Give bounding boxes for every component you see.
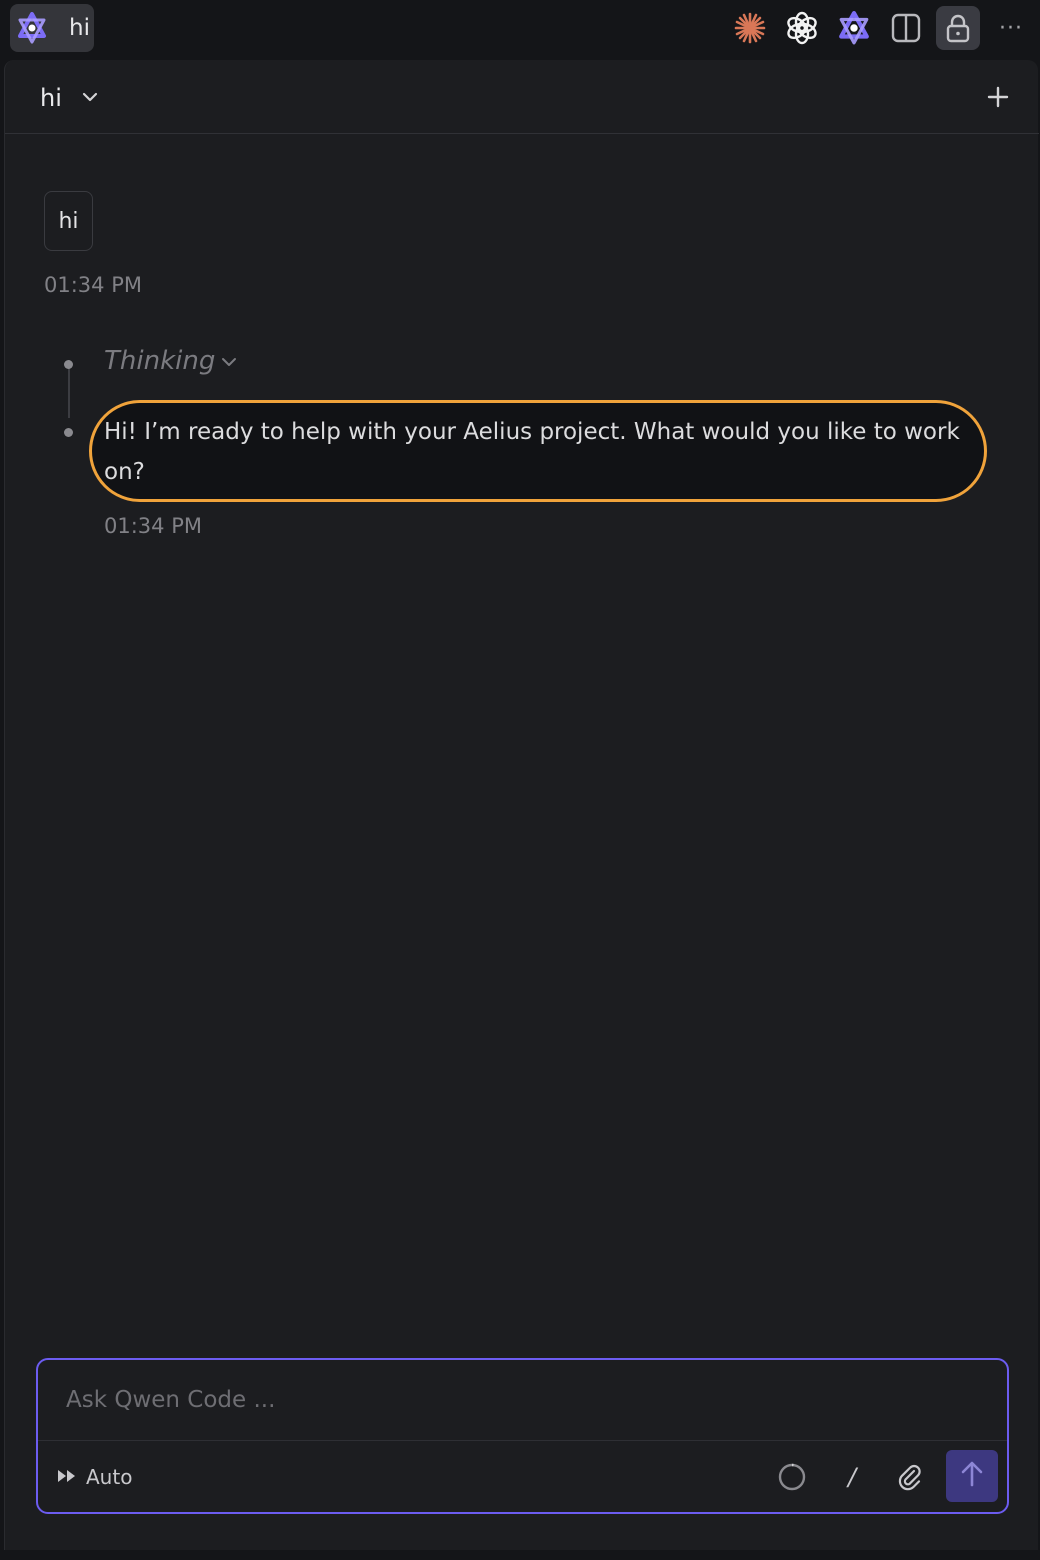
- qwen-icon: [16, 12, 48, 44]
- tab-label: hi: [69, 15, 90, 41]
- openai-icon[interactable]: [784, 10, 820, 46]
- mode-label: Auto: [86, 1465, 133, 1489]
- chat-panel: hi hi 01:34 PM Thinking Hi! I’m ready to…: [4, 60, 1039, 1550]
- chevron-down-icon[interactable]: [219, 352, 239, 372]
- composer-divider: [38, 1440, 1007, 1441]
- session-title[interactable]: hi: [40, 84, 62, 112]
- thinking-toggle[interactable]: Thinking: [104, 346, 215, 376]
- more-icon[interactable]: ···: [994, 14, 1028, 42]
- assistant-message-time: 01:34 PM: [104, 514, 202, 538]
- qwen-icon[interactable]: [836, 10, 872, 46]
- split-view-icon[interactable]: [888, 10, 924, 46]
- timeline-dot: [64, 360, 73, 369]
- user-message: hi: [44, 191, 93, 251]
- claude-icon[interactable]: [732, 10, 768, 46]
- bottom-strip: [0, 1550, 1040, 1560]
- lock-icon[interactable]: [936, 6, 980, 50]
- mode-selector[interactable]: Auto: [56, 1458, 132, 1496]
- new-chat-icon[interactable]: [983, 82, 1013, 112]
- tab-strip: hi ···: [0, 0, 1040, 56]
- slash-command-button[interactable]: /: [832, 1457, 872, 1497]
- context-usage-icon[interactable]: [772, 1457, 812, 1497]
- assistant-message: Hi! I’m ready to help with your Aelius p…: [104, 419, 960, 485]
- send-button[interactable]: [946, 1450, 998, 1502]
- attach-icon[interactable]: [890, 1457, 930, 1497]
- user-message-time: 01:34 PM: [44, 273, 142, 297]
- composer: Auto /: [36, 1358, 1009, 1514]
- fast-forward-icon: [56, 1465, 78, 1489]
- timeline-dot: [64, 428, 73, 437]
- panel-header: hi: [5, 60, 1039, 134]
- tab-hi[interactable]: hi: [10, 4, 94, 52]
- arrow-up-icon: [957, 1459, 987, 1493]
- chevron-down-icon[interactable]: [79, 86, 101, 108]
- prompt-input[interactable]: [38, 1360, 1007, 1440]
